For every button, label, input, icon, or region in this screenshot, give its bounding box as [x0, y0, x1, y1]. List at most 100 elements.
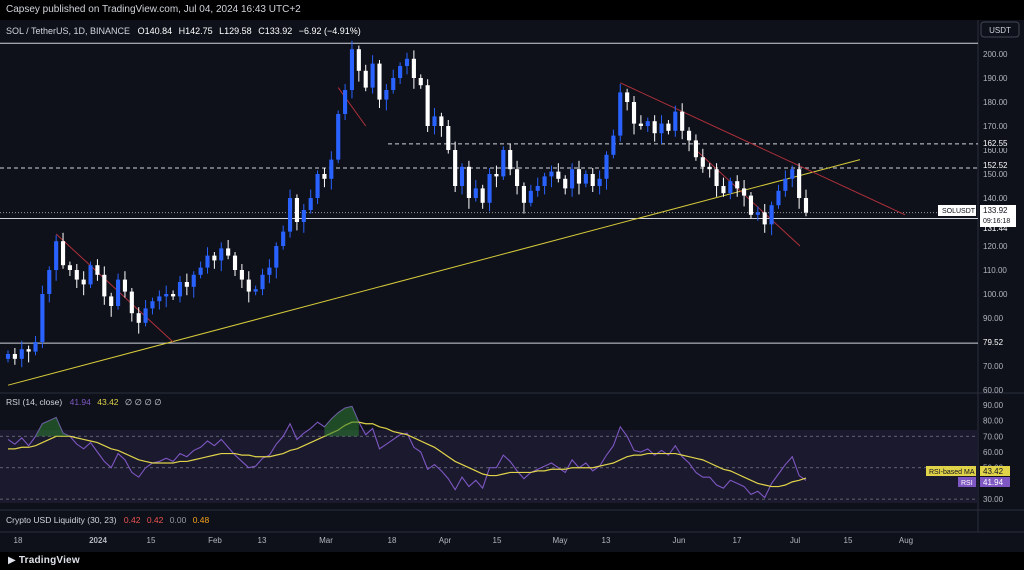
- time-tick-label: 15: [147, 536, 156, 545]
- candle-body: [171, 294, 176, 297]
- candle-body: [219, 248, 224, 261]
- candle-body: [439, 116, 444, 126]
- candle-body: [26, 349, 31, 352]
- candle-body: [563, 178, 568, 189]
- rsi-tick-label: 60.00: [983, 448, 1004, 457]
- candle-body: [790, 169, 795, 179]
- price-tick-label: 200.00: [983, 50, 1008, 59]
- candle-body: [783, 178, 788, 191]
- rsi-tick-label: 70.00: [983, 432, 1004, 441]
- candle-body: [287, 198, 293, 232]
- trading-chart[interactable]: USDT SOL / TetherUS, 1D, BINANCE O140.84…: [0, 20, 1024, 552]
- symbol-info: SOL / TetherUS, 1D, BINANCE O140.84 H142…: [6, 26, 361, 36]
- candle-body: [356, 49, 361, 71]
- candle-body: [570, 169, 575, 189]
- candle-body: [308, 198, 313, 210]
- candle-body: [260, 274, 265, 290]
- candle-body: [129, 291, 134, 314]
- candle-body: [542, 176, 547, 186]
- rsi-ma-value: 43.42: [97, 397, 119, 407]
- price-tick-label: 100.00: [983, 290, 1008, 299]
- candle-body: [102, 274, 107, 297]
- candle-body: [673, 111, 678, 131]
- candle-body: [748, 195, 754, 215]
- price-tick-label: 120.00: [983, 242, 1008, 251]
- candle-body: [109, 296, 114, 306]
- candle-body: [618, 92, 623, 136]
- candle-body: [700, 157, 705, 167]
- candle-body: [459, 166, 465, 186]
- candle-body: [576, 169, 582, 184]
- candle-body: [742, 188, 747, 196]
- candle-body: [74, 270, 79, 280]
- candle-body: [60, 241, 66, 266]
- time-tick-label: 17: [733, 536, 742, 545]
- candle-body: [728, 181, 733, 194]
- time-tick-label: 15: [844, 536, 853, 545]
- candle-body: [384, 90, 389, 100]
- rsi-ma-axis-value: 43.42: [983, 467, 1004, 476]
- candle-body: [680, 111, 685, 131]
- candle-body: [446, 126, 451, 150]
- price-tick-label: 90.00: [983, 314, 1004, 323]
- price-tick-label: 190.00: [983, 74, 1008, 83]
- candle-body: [735, 181, 740, 189]
- candle-body: [625, 92, 630, 102]
- candle-body: [638, 123, 643, 126]
- candle-body: [19, 349, 24, 359]
- candle-body: [797, 169, 802, 198]
- candle-body: [391, 78, 396, 90]
- candle-body: [54, 241, 59, 270]
- candle-body: [425, 85, 430, 126]
- liquidity-v2: 0.42: [147, 515, 164, 525]
- candle-body: [418, 78, 423, 86]
- candle-body: [515, 169, 520, 186]
- ohlc-high: H142.75: [179, 26, 213, 36]
- candle-body: [157, 296, 162, 302]
- price-change: −6.92 (−4.91%): [299, 26, 361, 36]
- rsi-extra: ∅ ∅ ∅ ∅: [125, 397, 162, 407]
- rsi-title-line: RSI (14, close) 41.94 43.42 ∅ ∅ ∅ ∅: [6, 397, 162, 407]
- candle-body: [143, 308, 148, 323]
- candle-body: [652, 121, 657, 134]
- candle-body: [521, 186, 527, 203]
- candle-body: [198, 267, 203, 275]
- time-tick-label: Apr: [439, 536, 452, 545]
- price-tick-label: 150.00: [983, 170, 1008, 179]
- candle-body: [212, 255, 217, 261]
- logo-mark: ▶︎: [8, 555, 16, 566]
- candle-body: [645, 121, 650, 126]
- candle-body: [315, 174, 320, 198]
- candle-body: [590, 174, 595, 186]
- candle-body: [755, 212, 760, 215]
- ohlc-close: C133.92: [258, 26, 292, 36]
- time-tick-label: 2024: [89, 536, 107, 545]
- level-label-high: 162.55: [983, 139, 1008, 148]
- candle-body: [136, 313, 141, 323]
- rsi-tick-label: 80.00: [983, 417, 1004, 426]
- time-tick-label: Mar: [319, 536, 333, 545]
- footer-bar: ▶︎ TradingView: [0, 552, 1024, 570]
- rsi-tick-label: 30.00: [983, 495, 1004, 504]
- candle-body: [205, 255, 210, 268]
- liquidity-v3: 0.00: [170, 515, 187, 525]
- rsi-value: 41.94: [70, 397, 92, 407]
- candle-body: [769, 205, 774, 225]
- candle-body: [659, 123, 664, 134]
- candle-body: [191, 274, 196, 287]
- candle-body: [693, 140, 698, 158]
- symbol-title: SOL / TetherUS, 1D, BINANCE: [6, 26, 130, 36]
- candle-body: [122, 279, 128, 292]
- price-tick-label: 170.00: [983, 122, 1008, 131]
- candle-body: [721, 186, 726, 194]
- liquidity-v4: 0.48: [193, 515, 210, 525]
- candle-body: [116, 279, 121, 306]
- rsi-tick-label: 90.00: [983, 401, 1004, 410]
- candle-body: [556, 171, 561, 179]
- candle-body: [349, 49, 355, 90]
- symbol-tag-label: SOLUSDT: [942, 208, 976, 215]
- candle-body: [336, 114, 341, 160]
- candle-body: [232, 255, 238, 270]
- price-tick-label: 180.00: [983, 98, 1008, 107]
- candle-body: [246, 279, 251, 292]
